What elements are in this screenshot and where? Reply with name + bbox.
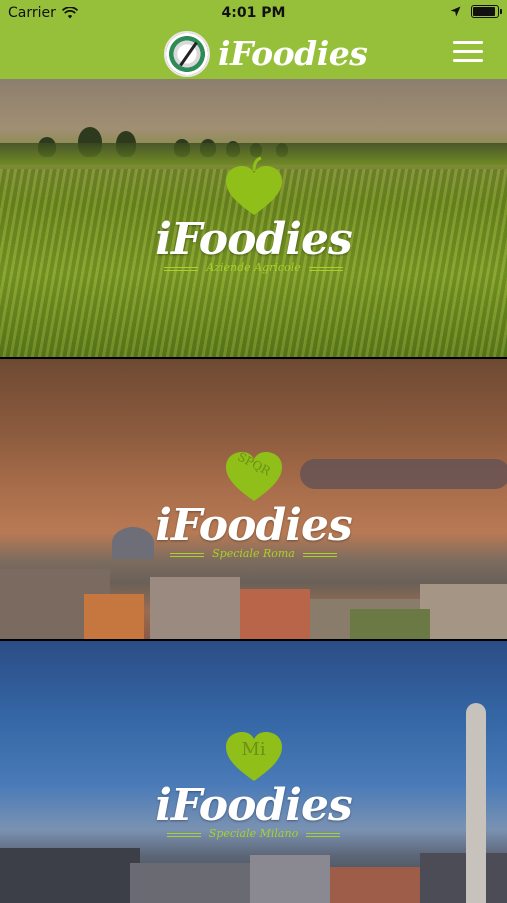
card-title: iFoodies xyxy=(155,214,353,265)
status-time: 4:01 PM xyxy=(221,5,286,21)
card-subtitle-row: Speciale Roma xyxy=(0,547,507,560)
card-logo: SPQR iFoodies Speciale Roma xyxy=(0,443,507,560)
compass-logo-icon xyxy=(164,30,210,77)
card-speciale-milano[interactable]: Mi iFoodies Speciale Milano xyxy=(0,641,507,903)
mi-heart-icon: Mi xyxy=(223,723,285,783)
hamburger-menu-icon[interactable] xyxy=(453,41,483,63)
category-list: iFoodies Aziende Agricole SPQR iFoodies … xyxy=(0,79,507,903)
status-bar: Carrier 4:01 PM xyxy=(0,0,507,28)
location-arrow-icon xyxy=(450,6,461,17)
card-title: iFoodies xyxy=(155,780,353,831)
nav-bar: iFoodies xyxy=(0,28,507,79)
nav-title: iFoodies xyxy=(218,34,368,73)
card-logo: Mi iFoodies Speciale Milano xyxy=(0,723,507,840)
card-subtitle-row: Speciale Milano xyxy=(0,827,507,840)
spqr-heart-icon: SPQR xyxy=(223,443,285,503)
heart-label: Mi xyxy=(241,739,266,760)
card-logo: iFoodies Aziende Agricole xyxy=(0,157,507,274)
card-speciale-roma[interactable]: SPQR iFoodies Speciale Roma xyxy=(0,359,507,639)
card-title: iFoodies xyxy=(155,500,353,551)
status-right xyxy=(450,5,502,18)
card-subtitle: Speciale Milano xyxy=(208,827,299,840)
card-subtitle: Speciale Roma xyxy=(212,547,295,560)
apple-heart-icon xyxy=(223,157,285,217)
milan-skyline xyxy=(0,703,507,903)
card-subtitle: Aziende Agricole xyxy=(206,261,301,274)
card-subtitle-row: Aziende Agricole xyxy=(0,261,507,274)
card-aziende-agricole[interactable]: iFoodies Aziende Agricole xyxy=(0,79,507,357)
battery-icon xyxy=(471,5,502,18)
brand[interactable]: iFoodies xyxy=(164,28,368,79)
